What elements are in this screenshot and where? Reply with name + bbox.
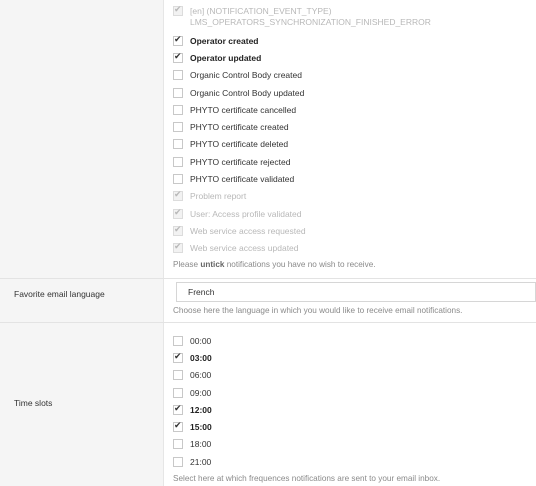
- notification-checkbox[interactable]: [173, 122, 183, 133]
- time-slot-item[interactable]: 21:00: [173, 453, 536, 470]
- time-slot-item[interactable]: 18:00: [173, 436, 536, 453]
- notification-item[interactable]: PHYTO certificate created: [173, 118, 536, 135]
- time-slot-label: 18:00: [190, 439, 212, 450]
- time-slot-checkbox[interactable]: [173, 335, 183, 346]
- notification-label: Problem report: [190, 191, 247, 202]
- time-slot-item[interactable]: 12:00: [173, 401, 536, 418]
- notification-checkbox[interactable]: [173, 225, 183, 236]
- notification-checkbox[interactable]: [173, 174, 183, 185]
- time-slot-label: 03:00: [190, 352, 212, 363]
- time-slots-label: Time slots: [14, 398, 53, 408]
- time-slot-checkbox[interactable]: [173, 352, 183, 363]
- notification-label: Organic Control Body created: [190, 70, 302, 81]
- time-slot-checkbox[interactable]: [173, 439, 183, 450]
- notification-label: Operator updated: [190, 52, 262, 63]
- time-slot-label: 06:00: [190, 370, 212, 381]
- notification-item[interactable]: PHYTO certificate validated: [173, 170, 536, 187]
- time-slot-checkbox[interactable]: [173, 387, 183, 398]
- notification-checkbox[interactable]: [173, 208, 183, 219]
- notification-checkbox[interactable]: [173, 35, 183, 46]
- email-language-label: Favorite email language: [14, 289, 105, 299]
- time-slot-label: 12:00: [190, 404, 212, 415]
- notification-item[interactable]: PHYTO certificate cancelled: [173, 101, 536, 118]
- notification-label: Web service access requested: [190, 225, 306, 236]
- time-slot-checkbox[interactable]: [173, 456, 183, 467]
- notification-item[interactable]: [en] (NOTIFICATION_EVENT_TYPE): [173, 5, 536, 16]
- time-slot-item[interactable]: 09:00: [173, 384, 536, 401]
- notification-item[interactable]: Problem report: [173, 188, 536, 205]
- notification-item[interactable]: PHYTO certificate deleted: [173, 136, 536, 153]
- notification-label-line2: LMS_OPERATORS_SYNCHRONIZATION_FINISHED_E…: [190, 17, 431, 27]
- time-slot-item[interactable]: 03:00: [173, 349, 536, 366]
- time-slot-label: 00:00: [190, 335, 212, 346]
- help-suffix: notifications you have no wish to receiv…: [224, 259, 376, 269]
- notifications-help: Please untick notifications you have no …: [173, 260, 536, 269]
- notification-item[interactable]: Organic Control Body updated: [173, 84, 536, 101]
- notification-item[interactable]: Web service access updated: [173, 240, 536, 257]
- notification-label: Operator created: [190, 35, 259, 46]
- notification-label: Organic Control Body updated: [190, 87, 305, 98]
- notification-label: PHYTO certificate validated: [190, 174, 295, 185]
- time-slot-checkbox[interactable]: [173, 421, 183, 433]
- notification-checkbox[interactable]: [173, 156, 183, 167]
- label-column: [0, 0, 164, 486]
- notification-item[interactable]: Web service access requested: [173, 222, 536, 239]
- time-slot-label: 15:00: [190, 422, 212, 433]
- time-slot-label: 21:00: [190, 456, 212, 467]
- notification-label: PHYTO certificate rejected: [190, 156, 291, 167]
- notification-label: PHYTO certificate cancelled: [190, 104, 297, 115]
- time-slots-help: Select here at which frequences notifica…: [173, 474, 441, 484]
- notification-label: Web service access updated: [190, 243, 299, 254]
- notification-checkbox[interactable]: [173, 70, 183, 81]
- notification-checkbox[interactable]: [173, 190, 183, 202]
- email-language-select[interactable]: French: [176, 282, 536, 302]
- row-separator: [0, 322, 536, 323]
- notification-item[interactable]: Operator updated: [173, 49, 536, 66]
- notification-checkbox[interactable]: [173, 5, 183, 16]
- notification-label: User: Access profile validated: [190, 208, 302, 219]
- time-slot-checkbox[interactable]: [173, 370, 183, 381]
- notification-label-continued: LMS_OPERATORS_SYNCHRONIZATION_FINISHED_E…: [173, 16, 536, 32]
- notification-item[interactable]: User: Access profile validated: [173, 205, 536, 222]
- row-separator: [0, 278, 536, 279]
- notification-list: [en] (NOTIFICATION_EVENT_TYPE) LMS_OPERA…: [173, 5, 536, 269]
- time-slot-item[interactable]: 00:00: [173, 332, 536, 349]
- notification-item[interactable]: PHYTO certificate rejected: [173, 153, 536, 170]
- time-slot-label: 09:00: [190, 387, 212, 398]
- notification-label: PHYTO certificate created: [190, 122, 289, 133]
- notification-item[interactable]: Operator created: [173, 32, 536, 49]
- email-language-help: Choose here the language in which you wo…: [173, 306, 463, 315]
- help-bold: untick: [200, 259, 225, 269]
- notification-checkbox[interactable]: [173, 104, 183, 115]
- settings-form: [en] (NOTIFICATION_EVENT_TYPE) LMS_OPERA…: [0, 0, 536, 486]
- notification-checkbox[interactable]: [173, 139, 183, 150]
- time-slot-list: 00:00 03:00 06:00 09:00 12:00 15:00 18:00 21:00…: [173, 332, 536, 483]
- notification-checkbox[interactable]: [173, 242, 183, 254]
- time-slot-checkbox[interactable]: [173, 404, 183, 415]
- help-prefix: Please: [173, 259, 201, 269]
- notification-label: PHYTO certificate deleted: [190, 139, 289, 150]
- notification-label: [en] (NOTIFICATION_EVENT_TYPE): [190, 6, 332, 16]
- time-slot-item[interactable]: 15:00: [173, 418, 536, 435]
- notification-checkbox[interactable]: [173, 87, 183, 98]
- notification-checkbox[interactable]: [173, 52, 183, 63]
- time-slot-item[interactable]: 06:00: [173, 367, 536, 384]
- notification-item[interactable]: Organic Control Body created: [173, 67, 536, 84]
